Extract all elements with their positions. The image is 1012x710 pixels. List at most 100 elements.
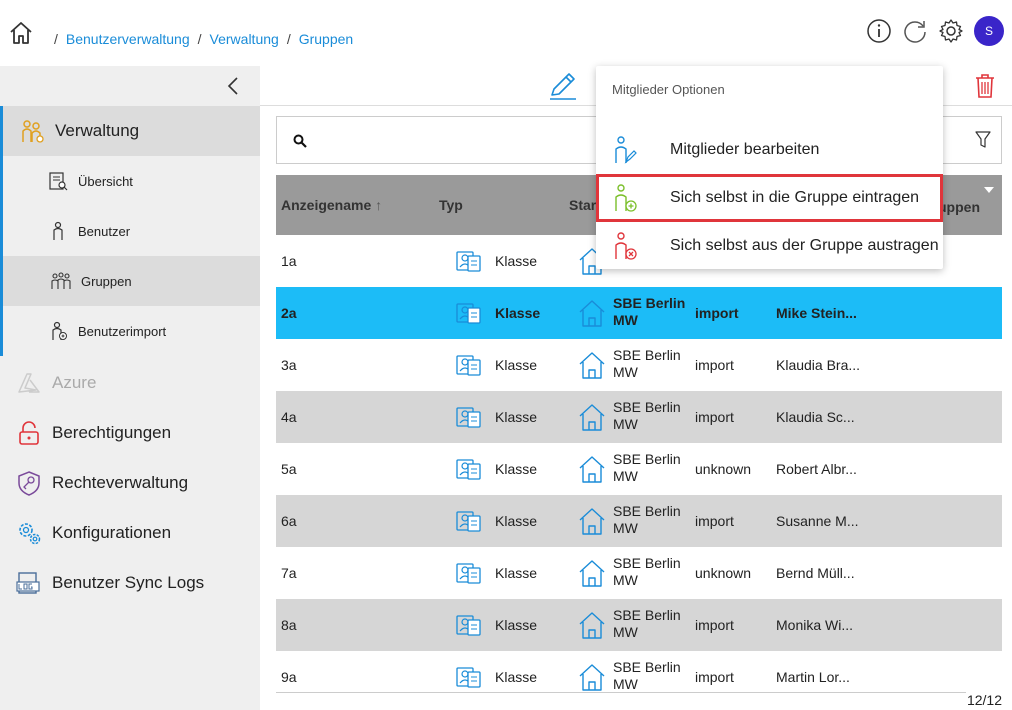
cell-benutzer: Klaudia Bra... <box>776 357 861 373</box>
sidebar-subitem-uebersicht[interactable]: Übersicht <box>0 156 260 206</box>
lock-icon <box>19 421 39 445</box>
sidebar-subitem-benutzerimport[interactable]: Benutzerimport <box>0 306 260 356</box>
filter-icon[interactable] <box>975 131 991 149</box>
cell-anzeigename: 6a <box>281 513 297 529</box>
cell-anzeigename: 5a <box>281 461 297 477</box>
table-row[interactable]: 3a Klasse SBE Berlin MW import Klaudia Bra..… <box>276 339 1002 391</box>
cell-anzeigename: 3a <box>281 357 297 373</box>
cell-benutzer: Bernd Müll... <box>776 565 855 581</box>
sidebar-item-konfigurationen[interactable]: Konfigurationen <box>0 508 260 558</box>
sidebar-item-label: Azure <box>52 373 97 392</box>
breadcrumb-verwaltung[interactable]: Verwaltung <box>210 31 279 47</box>
cell-benutzer: Klaudia Sc... <box>776 409 855 425</box>
school-house-icon <box>578 662 606 692</box>
column-header-standort[interactable]: Star <box>569 197 596 213</box>
menu-item-mitglieder-bearbeiten[interactable]: Mitglieder bearbeiten <box>596 126 943 174</box>
class-type-icon <box>454 403 482 431</box>
sidebar-item-label: Benutzer Sync Logs <box>52 573 205 592</box>
cell-benutzer: Susanne M... <box>776 513 859 529</box>
class-type-icon <box>454 299 482 327</box>
collapse-sidebar-icon[interactable] <box>224 76 244 96</box>
overview-icon <box>49 172 68 191</box>
search-icon <box>293 134 307 148</box>
users-admin-icon <box>22 120 44 143</box>
class-type-icon <box>454 507 482 535</box>
menu-item-label: Sich selbst in die Gruppe eintragen <box>670 189 920 206</box>
column-header-gruppen[interactable]: uppen <box>938 199 980 215</box>
school-house-icon <box>578 558 606 588</box>
gear-icon[interactable] <box>938 18 964 44</box>
edit-members-icon <box>615 136 637 164</box>
group-icon <box>51 272 71 289</box>
school-house-icon <box>578 298 606 328</box>
cell-quelle: import <box>695 617 734 633</box>
sidebar-item-label: Rechteverwaltung <box>52 473 189 492</box>
trash-icon[interactable] <box>974 73 996 99</box>
menu-item-sich-selbst-eintragen[interactable]: Sich selbst in die Gruppe eintragen <box>596 174 943 222</box>
sidebar-subitem-label: Benutzer <box>78 223 131 239</box>
breadcrumb-separator: / <box>54 31 58 47</box>
cell-quelle: import <box>695 409 734 425</box>
cell-typ: Klasse <box>495 253 538 269</box>
breadcrumb-gruppen[interactable]: Gruppen <box>299 31 353 47</box>
breadcrumb: / Benutzerverwaltung / Verwaltung / Grup… <box>46 31 353 47</box>
sidebar-subitem-label: Gruppen <box>81 273 132 289</box>
azure-icon <box>18 373 40 393</box>
cell-benutzer: Monika Wi... <box>776 617 854 633</box>
cell-benutzer: Mike Stein... <box>776 305 857 321</box>
table-row[interactable]: 6a Klasse SBE Berlin MW import Susanne M... <box>276 495 1002 547</box>
school-house-icon <box>578 402 606 432</box>
gears-icon <box>19 523 41 545</box>
class-type-icon <box>454 351 482 379</box>
school-house-icon <box>578 506 606 536</box>
cell-quelle: unknown <box>695 461 752 477</box>
school-house-icon <box>578 454 606 484</box>
menu-item-sich-selbst-austragen[interactable]: Sich selbst aus der Gruppe austragen <box>596 222 943 270</box>
school-house-icon <box>578 610 606 640</box>
class-type-icon <box>454 455 482 483</box>
column-header-anzeigename[interactable]: Anzeigename ↑ <box>281 197 382 213</box>
refresh-icon[interactable] <box>902 18 928 44</box>
cell-quelle: import <box>695 357 734 373</box>
sidebar-subitem-benutzer[interactable]: Benutzer <box>0 206 260 256</box>
cell-quelle: import <box>695 669 734 685</box>
cell-typ: Klasse <box>495 409 538 425</box>
sidebar-item-azure[interactable]: Azure <box>0 358 260 408</box>
cell-anzeigename: 7a <box>281 565 297 581</box>
cell-quelle: unknown <box>695 565 752 581</box>
shield-key-icon <box>18 471 40 496</box>
cell-standort: SBE Berlin MW <box>613 659 681 692</box>
sidebar-subitem-gruppen[interactable]: Gruppen <box>0 256 260 306</box>
sidebar-item-verwaltung[interactable]: Verwaltung <box>0 106 260 156</box>
sidebar-item-berechtigungen[interactable]: Berechtigungen <box>0 408 260 458</box>
cell-benutzer: Robert Albr... <box>776 461 857 477</box>
menu-title: Mitglieder Optionen <box>612 82 725 97</box>
column-menu-caret-icon[interactable] <box>984 187 994 193</box>
breadcrumb-benutzerverwaltung[interactable]: Benutzerverwaltung <box>66 31 190 47</box>
table-row[interactable]: 2a Klasse SBE Berlin MW import Mike Stein... <box>276 287 1002 339</box>
cell-anzeigename: 8a <box>281 617 297 633</box>
sidebar-item-benutzer-sync-logs[interactable]: Benutzer Sync Logs <box>0 558 260 608</box>
class-type-icon <box>454 247 482 275</box>
remove-self-icon <box>615 232 637 260</box>
pencil-icon[interactable] <box>548 71 578 101</box>
table-row[interactable]: 7a Klasse SBE Berlin MW unknown Bernd Müll..… <box>276 547 1002 599</box>
user-import-icon <box>52 321 67 340</box>
table-row[interactable]: 4a Klasse SBE Berlin MW import Klaudia Sc... <box>276 391 1002 443</box>
cell-quelle: import <box>695 513 734 529</box>
menu-item-label: Sich selbst aus der Gruppe austragen <box>670 237 939 254</box>
sidebar-item-label: Verwaltung <box>55 121 140 140</box>
table-row[interactable]: 5a Klasse SBE Berlin MW unknown Robert Albr.… <box>276 443 1002 495</box>
sidebar-item-rechteverwaltung[interactable]: Rechteverwaltung <box>0 458 260 508</box>
avatar[interactable]: S <box>974 16 1004 46</box>
cell-quelle: import <box>695 305 739 321</box>
column-header-typ[interactable]: Typ <box>439 197 463 213</box>
cell-standort: SBE Berlin MW <box>613 555 681 588</box>
info-icon[interactable] <box>866 18 892 44</box>
horizontal-scrollbar[interactable] <box>276 692 966 710</box>
table-row[interactable]: 8a Klasse SBE Berlin MW import Monika Wi... <box>276 599 1002 651</box>
sidebar-subitem-label: Übersicht <box>78 173 133 189</box>
cell-typ: Klasse <box>495 305 541 321</box>
class-type-icon <box>454 559 482 587</box>
home-icon[interactable] <box>8 20 34 46</box>
